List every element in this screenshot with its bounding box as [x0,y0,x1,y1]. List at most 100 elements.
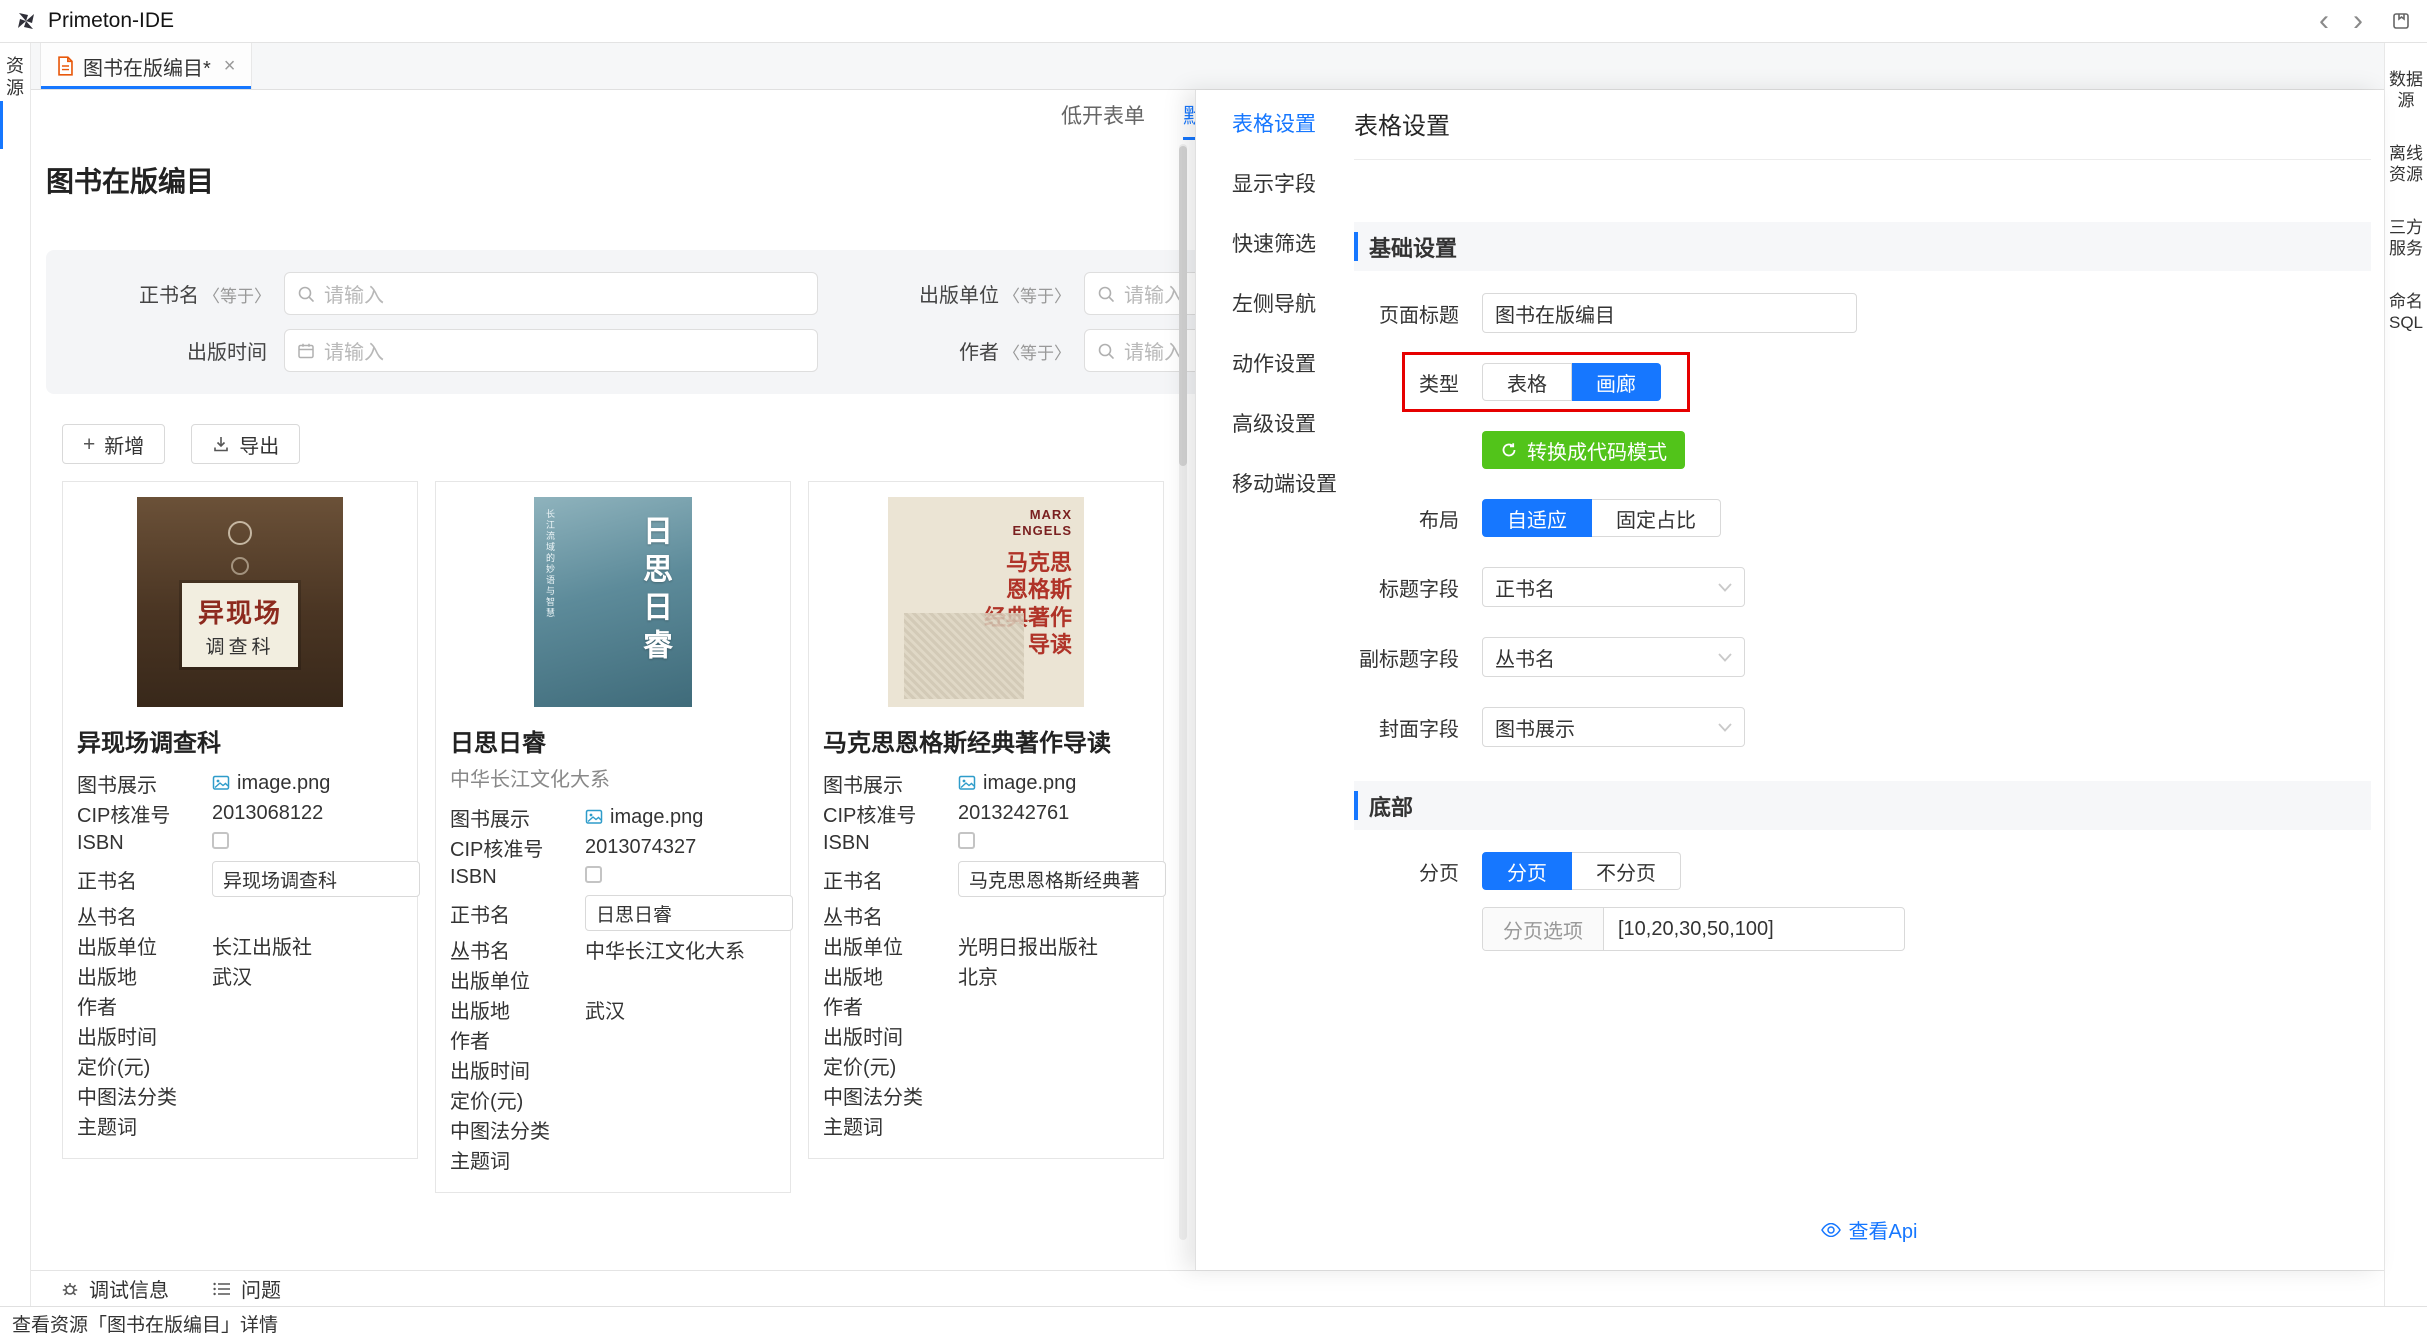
checkbox[interactable] [958,832,975,849]
search-input[interactable]: 请输入 [284,272,818,315]
search-field-label: 作者 [959,342,999,364]
segment-option[interactable]: 固定占比 [1592,499,1721,537]
field-value [585,1148,776,1170]
field-value: 马克思恩格斯经典著 [958,858,1166,900]
card-field-row: 丛书名 [823,900,1149,930]
titlebar: Primeton-IDE ‹ › [0,0,2427,43]
app-logo-icon [14,9,38,33]
convert-row: 转换成代码模式 [1354,431,2371,469]
search-input[interactable]: 请输入 [284,329,818,372]
scrollbar-thumb[interactable] [1179,146,1187,466]
field-image-name: image.png [610,806,703,829]
checkbox[interactable] [585,866,602,883]
field-value [585,1058,776,1080]
field-label: 丛书名 [450,935,585,964]
field-input[interactable]: 异现场调查科 [212,861,420,897]
preview-tab-label: 默认表单 [1183,100,1195,130]
editor-tab-label: 图书在版编目* [83,52,211,81]
card-field-row: 出版单位 [450,964,776,994]
view-api-link[interactable]: 查看Api [1354,1215,2384,1244]
right-rail-item[interactable]: 数据源 [2385,61,2427,119]
segment-option[interactable]: 不分页 [1572,852,1681,890]
field-value [958,1084,1149,1106]
settings-nav: 表格设置 显示字段 快速筛选 左侧导航 动作设置 高级设置 移动端设置 [1196,90,1354,1270]
card-field-row: 主题词 [77,1110,403,1140]
page-title-input[interactable]: 图书在版编目 [1482,293,1857,333]
card-field-row: 正书名 日思日睿 [450,892,776,934]
segment-option[interactable]: 自适应 [1482,499,1592,537]
gallery-card[interactable]: MARX ENGELS 马克思恩格斯经典著作导读 马克思恩格斯经典著作导读 图书… [808,481,1164,1159]
nav-back-button[interactable]: ‹ [2307,6,2341,36]
sidebar-item-resources[interactable]: 资源 [0,43,30,99]
subtitle-field-select[interactable]: 丛书名 [1482,637,1745,677]
settings-drawer: 表格设置 显示字段 快速筛选 左侧导航 动作设置 高级设置 移动端设置 表格设置… [1195,90,2384,1270]
field-input[interactable]: 日思日睿 [585,895,793,931]
settings-nav-item[interactable]: 移动端设置 [1196,468,1354,494]
field-value [212,1084,403,1106]
field-label: 定价(元) [450,1085,585,1114]
add-button[interactable]: + 新增 [62,424,165,464]
right-rail-item[interactable]: 离线资源 [2385,135,2427,193]
layout-row: 布局 自适应固定占比 [1354,499,2371,537]
cover-field-row: 封面字段 图书展示 [1354,707,2371,747]
card-title: 马克思恩格斯经典著作导读 [823,723,1149,758]
field-label: 作者 [77,991,212,1020]
segment-option[interactable]: 表格 [1482,363,1572,401]
gallery-card[interactable]: 长江流域的妙语与智慧 日思日睿 日思日睿 中华长江文化大系 图书展示 image… [435,481,791,1193]
title-field-select[interactable]: 正书名 [1482,567,1745,607]
segment-option[interactable]: 分页 [1482,852,1572,890]
settings-nav-item[interactable]: 快速筛选 [1196,228,1354,254]
bookmark-icon[interactable] [2391,11,2411,31]
field-label: 出版时间 [823,1021,958,1050]
book-cover: MARX ENGELS 马克思恩格斯经典著作导读 [888,497,1084,707]
field-label: 主题词 [823,1111,958,1140]
preview-tab-default[interactable]: 默认表单 [1183,90,1195,140]
export-button[interactable]: 导出 [191,424,300,464]
field-value: 北京 [958,961,1149,990]
preview-tab-lowcode[interactable]: 低开表单 [1061,90,1145,140]
settings-nav-item[interactable]: 显示字段 [1196,168,1354,194]
settings-nav-item[interactable]: 表格设置 [1196,108,1354,134]
card-field-row: 正书名 异现场调查科 [77,858,403,900]
right-rail-item[interactable]: 命名SQL [2385,283,2427,341]
center-column: 图书在版编目* × 低开表单 默认表单 图书在版编目 [31,43,2384,1306]
card-field-row: 图书展示 image.png [450,802,776,832]
card-field-row: 定价(元) [823,1050,1149,1080]
convert-to-code-button[interactable]: 转换成代码模式 [1482,431,1685,469]
field-input[interactable]: 马克思恩格斯经典著 [958,861,1166,897]
paging-options-input[interactable]: [10,20,30,50,100] [1604,908,1904,950]
issues-button[interactable]: 问题 [213,1274,281,1303]
field-label: 正书名 [450,899,585,928]
cover-field-select[interactable]: 图书展示 [1482,707,1745,747]
card-field-row: 作者 [77,990,403,1020]
editor-tab-book-catalog[interactable]: 图书在版编目* × [40,43,252,89]
vertical-scrollbar[interactable] [1179,144,1187,1240]
debug-bar: 调试信息 问题 [31,1270,2384,1306]
search-field-op: 〈等于〉 [203,287,271,306]
field-value [212,1024,403,1046]
nav-forward-button[interactable]: › [2341,6,2375,36]
right-rail-item[interactable]: 三方服务 [2385,209,2427,267]
paging-label: 分页 [1354,857,1459,886]
settings-nav-item[interactable]: 动作设置 [1196,348,1354,374]
field-label: 正书名 [823,865,958,894]
settings-nav-item[interactable]: 左侧导航 [1196,288,1354,314]
segment-option[interactable]: 画廊 [1572,363,1661,401]
card-field-row: 丛书名 [77,900,403,930]
card-field-row: 丛书名 中华长江文化大系 [450,934,776,964]
card-field-row: 出版时间 [450,1054,776,1084]
book-cover-wrap: MARX ENGELS 马克思恩格斯经典著作导读 [823,494,1149,709]
settings-nav-item[interactable]: 高级设置 [1196,408,1354,434]
field-label: CIP核准号 [823,799,958,828]
app-window: Primeton-IDE ‹ › 资源 图书在版编目* × [0,0,2427,1339]
book-cover: 长江流域的妙语与智慧 日思日睿 [534,497,692,707]
close-icon[interactable]: × [224,55,236,78]
field-value [212,904,403,926]
card-title: 日思日睿 [450,723,776,758]
checkbox[interactable] [212,832,229,849]
paging-options-group: 分页选项 [10,20,30,50,100] [1482,907,1905,951]
gallery-card[interactable]: 异现场调查科 异现场调查科 图书展示 image.png CIP核准号 2013… [62,481,418,1159]
settings-nav-label: 表格设置 [1232,113,1316,136]
card-field-row: 中图法分类 [77,1080,403,1110]
debug-info-button[interactable]: 调试信息 [61,1274,169,1303]
